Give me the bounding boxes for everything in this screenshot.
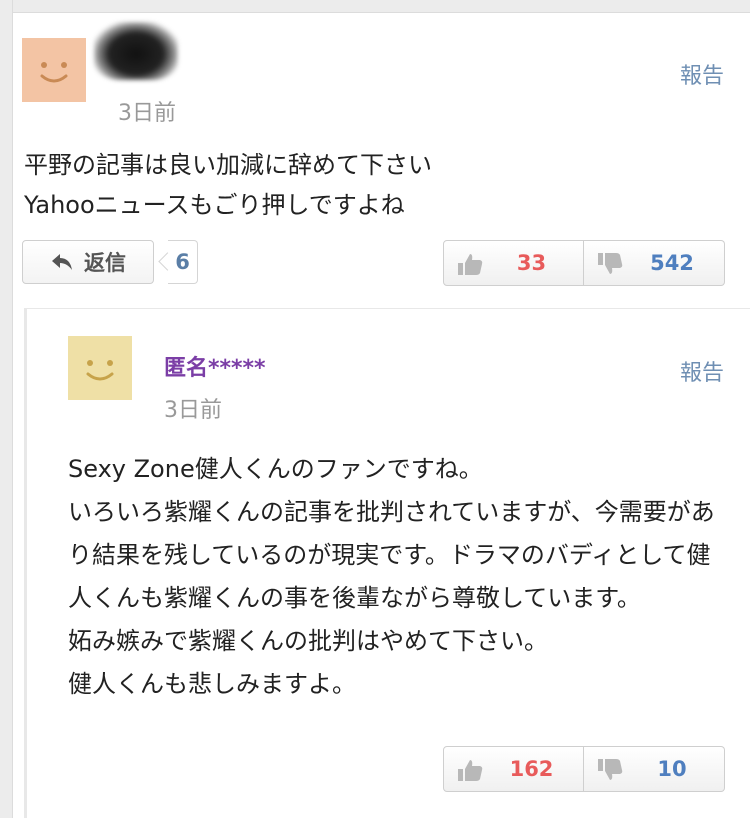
reply-count-badge[interactable]: 6 <box>168 240 198 284</box>
thumbs-down-icon <box>598 759 623 780</box>
reply-thread-divider <box>24 308 750 309</box>
comment-timestamp: 3日前 <box>164 398 222 423</box>
reply-thread-line <box>24 308 27 818</box>
reply-arrow-icon <box>52 254 72 270</box>
report-link[interactable]: 報告 <box>680 355 724 387</box>
downvote-button[interactable]: 542 <box>584 240 725 286</box>
blurred-username <box>94 22 178 80</box>
smiley-face-icon <box>40 62 68 83</box>
thumbs-up-icon <box>458 254 483 275</box>
avatar[interactable] <box>22 38 86 102</box>
upvote-button[interactable]: 162 <box>443 746 584 792</box>
upvote-button[interactable]: 33 <box>443 240 584 286</box>
vote-buttons: 162 10 <box>443 746 725 792</box>
reply-label: 返信 <box>84 251 126 275</box>
reply-button[interactable]: 返信 <box>22 240 154 284</box>
comment-timestamp: 3日前 <box>118 101 176 126</box>
window-top-edge <box>0 0 750 13</box>
window-left-edge <box>0 0 13 818</box>
comment-body: 平野の記事は良い加減に辞めて下さい Yahooニュースもごり押しですよね <box>24 151 432 219</box>
vote-buttons: 33 542 <box>443 240 725 286</box>
thumbs-up-icon <box>458 760 483 781</box>
report-link[interactable]: 報告 <box>680 58 724 90</box>
thumbs-down-icon <box>598 253 623 274</box>
comment-body: Sexy Zone健人くんのファンですね。 いろいろ紫耀くんの記事を批判されてい… <box>68 455 715 698</box>
downvote-button[interactable]: 10 <box>584 746 725 792</box>
smiley-face-icon <box>86 360 114 381</box>
avatar[interactable] <box>68 336 132 400</box>
username-link[interactable]: 匿名***** <box>164 350 266 382</box>
